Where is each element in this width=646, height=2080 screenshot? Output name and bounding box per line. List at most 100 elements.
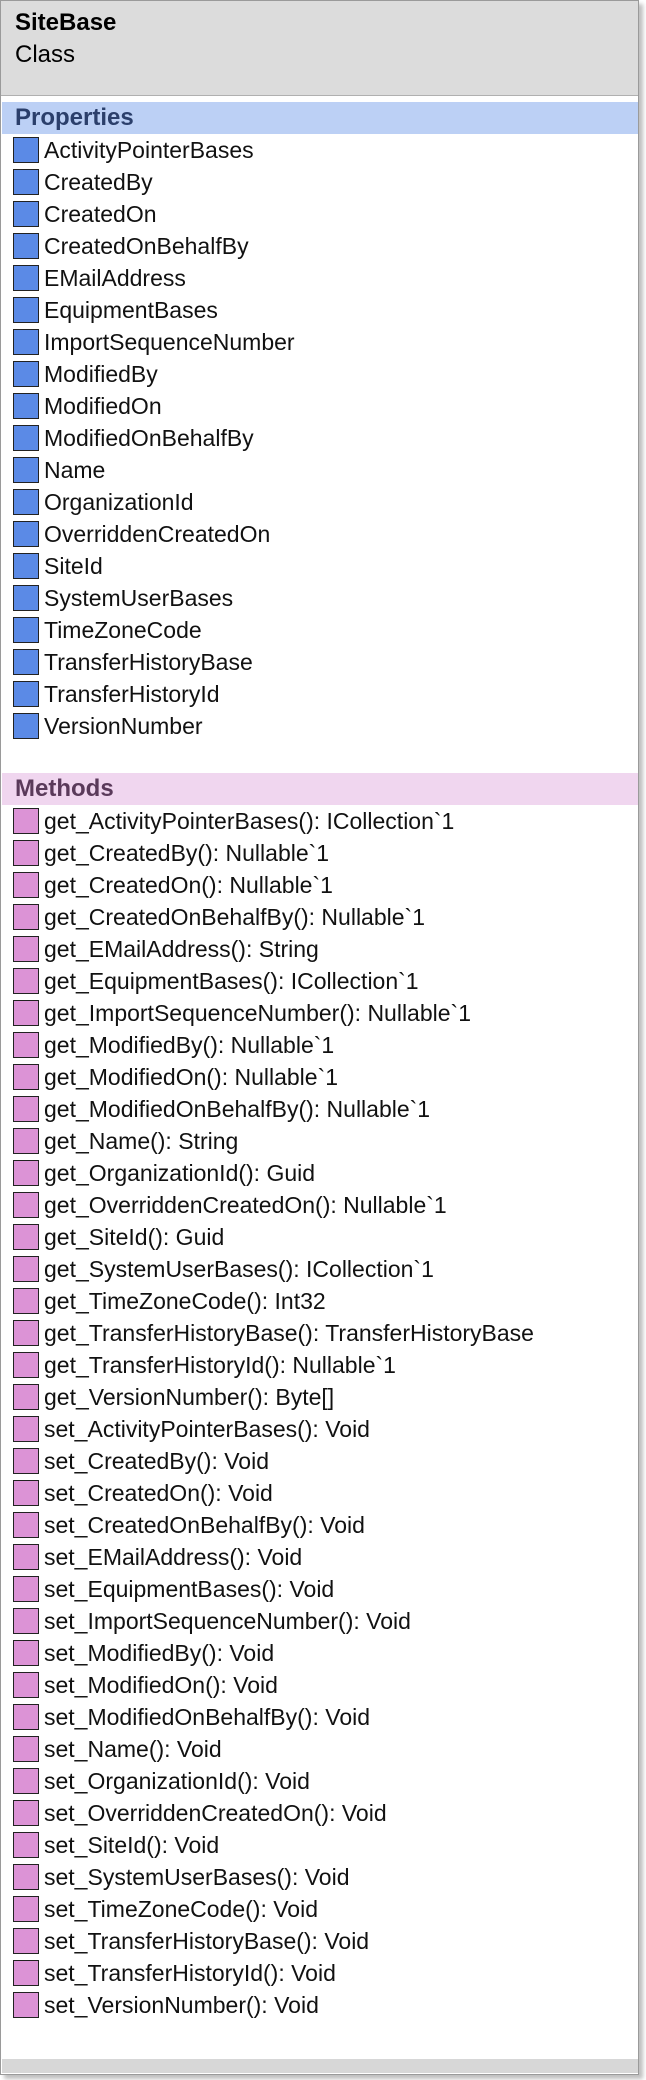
method-label: get_EMailAddress(): String bbox=[44, 935, 319, 962]
method-item: get_CreatedOn(): Nullable`1 bbox=[13, 869, 534, 901]
method-icon bbox=[13, 1352, 39, 1378]
method-item: set_EMailAddress(): Void bbox=[13, 1541, 534, 1573]
method-item: get_TransferHistoryBase(): TransferHisto… bbox=[13, 1317, 534, 1349]
method-item: set_ModifiedOn(): Void bbox=[13, 1669, 534, 1701]
method-icon bbox=[13, 1128, 39, 1154]
property-item: EMailAddress bbox=[13, 262, 295, 294]
property-item: TransferHistoryBase bbox=[13, 646, 295, 678]
method-item: get_ModifiedOn(): Nullable`1 bbox=[13, 1061, 534, 1093]
method-icon bbox=[13, 1512, 39, 1538]
method-label: set_EMailAddress(): Void bbox=[44, 1543, 303, 1570]
method-icon bbox=[13, 1608, 39, 1634]
method-item: set_TransferHistoryBase(): Void bbox=[13, 1925, 534, 1957]
method-item: set_ModifiedOnBehalfBy(): Void bbox=[13, 1701, 534, 1733]
method-label: set_SystemUserBases(): Void bbox=[44, 1863, 350, 1890]
property-icon bbox=[13, 585, 39, 611]
method-label: get_TimeZoneCode(): Int32 bbox=[44, 1287, 326, 1314]
property-icon bbox=[13, 681, 39, 707]
method-label: set_ModifiedOnBehalfBy(): Void bbox=[44, 1703, 371, 1730]
method-icon bbox=[13, 1416, 39, 1442]
property-item: SystemUserBases bbox=[13, 582, 295, 614]
property-label: VersionNumber bbox=[44, 712, 203, 739]
method-icon bbox=[13, 1064, 39, 1090]
method-icon bbox=[13, 1672, 39, 1698]
property-label: ImportSequenceNumber bbox=[44, 328, 295, 355]
method-icon bbox=[13, 1640, 39, 1666]
method-icon bbox=[13, 1224, 39, 1250]
method-icon bbox=[13, 1320, 39, 1346]
method-label: get_CreatedOn(): Nullable`1 bbox=[44, 871, 333, 898]
class-footer-bar bbox=[2, 2059, 638, 2073]
method-icon bbox=[13, 1096, 39, 1122]
property-label: TransferHistoryId bbox=[44, 680, 220, 707]
property-item: ModifiedOn bbox=[13, 390, 295, 422]
method-icon bbox=[13, 1864, 39, 1890]
method-item: get_EMailAddress(): String bbox=[13, 933, 534, 965]
property-item: VersionNumber bbox=[13, 710, 295, 742]
method-icon bbox=[13, 1160, 39, 1186]
method-item: get_CreatedOnBehalfBy(): Nullable`1 bbox=[13, 901, 534, 933]
method-icon bbox=[13, 1768, 39, 1794]
method-item: get_SystemUserBases(): ICollection`1 bbox=[13, 1253, 534, 1285]
method-icon bbox=[13, 1192, 39, 1218]
method-label: get_OverriddenCreatedOn(): Nullable`1 bbox=[44, 1191, 447, 1218]
method-icon bbox=[13, 1256, 39, 1282]
method-item: set_Name(): Void bbox=[13, 1733, 534, 1765]
method-label: get_ModifiedBy(): Nullable`1 bbox=[44, 1031, 335, 1058]
property-label: OverriddenCreatedOn bbox=[44, 520, 271, 547]
property-label: OrganizationId bbox=[44, 488, 194, 515]
property-icon bbox=[13, 425, 39, 451]
method-label: set_VersionNumber(): Void bbox=[44, 1991, 319, 2018]
method-item: get_TransferHistoryId(): Nullable`1 bbox=[13, 1349, 534, 1381]
method-item: set_ActivityPointerBases(): Void bbox=[13, 1413, 534, 1445]
property-item: EquipmentBases bbox=[13, 294, 295, 326]
property-icon bbox=[13, 265, 39, 291]
method-icon bbox=[13, 1960, 39, 1986]
property-icon bbox=[13, 393, 39, 419]
property-icon bbox=[13, 457, 39, 483]
property-label: ModifiedBy bbox=[44, 360, 158, 387]
method-label: get_EquipmentBases(): ICollection`1 bbox=[44, 967, 419, 994]
property-item: Name bbox=[13, 454, 295, 486]
method-icon bbox=[13, 1288, 39, 1314]
method-icon bbox=[13, 1896, 39, 1922]
property-label: SystemUserBases bbox=[44, 584, 234, 611]
method-icon bbox=[13, 968, 39, 994]
method-item: set_SystemUserBases(): Void bbox=[13, 1861, 534, 1893]
method-item: get_OverriddenCreatedOn(): Nullable`1 bbox=[13, 1189, 534, 1221]
property-item: CreatedOnBehalfBy bbox=[13, 230, 295, 262]
property-item: ActivityPointerBases bbox=[13, 134, 295, 166]
class-name: SiteBase bbox=[15, 9, 117, 36]
property-icon bbox=[13, 617, 39, 643]
methods-section-header: Methods bbox=[2, 773, 638, 805]
property-item: ImportSequenceNumber bbox=[13, 326, 295, 358]
method-label: get_ImportSequenceNumber(): Nullable`1 bbox=[44, 999, 471, 1026]
property-icon bbox=[13, 329, 39, 355]
method-label: get_SiteId(): Guid bbox=[44, 1223, 225, 1250]
property-item: CreatedBy bbox=[13, 166, 295, 198]
method-label: set_ModifiedOn(): Void bbox=[44, 1671, 278, 1698]
property-label: TransferHistoryBase bbox=[44, 648, 253, 675]
method-label: get_VersionNumber(): Byte[] bbox=[44, 1383, 335, 1410]
method-item: get_ImportSequenceNumber(): Nullable`1 bbox=[13, 997, 534, 1029]
property-item: OrganizationId bbox=[13, 486, 295, 518]
method-item: get_ModifiedBy(): Nullable`1 bbox=[13, 1029, 534, 1061]
method-item: get_SiteId(): Guid bbox=[13, 1221, 534, 1253]
method-label: get_ActivityPointerBases(): ICollection`… bbox=[44, 807, 455, 834]
property-icon bbox=[13, 713, 39, 739]
property-item: TimeZoneCode bbox=[13, 614, 295, 646]
method-item: set_SiteId(): Void bbox=[13, 1829, 534, 1861]
method-label: set_EquipmentBases(): Void bbox=[44, 1575, 335, 1602]
method-label: get_CreatedBy(): Nullable`1 bbox=[44, 839, 330, 866]
method-label: set_TransferHistoryId(): Void bbox=[44, 1959, 336, 1986]
property-label: ActivityPointerBases bbox=[44, 136, 254, 163]
method-item: get_TimeZoneCode(): Int32 bbox=[13, 1285, 534, 1317]
method-icon bbox=[13, 936, 39, 962]
method-icon bbox=[13, 1736, 39, 1762]
method-icon bbox=[13, 1384, 39, 1410]
method-icon bbox=[13, 904, 39, 930]
method-label: set_CreatedOn(): Void bbox=[44, 1479, 273, 1506]
method-icon bbox=[13, 1000, 39, 1026]
method-label: get_TransferHistoryId(): Nullable`1 bbox=[44, 1351, 396, 1378]
property-item: ModifiedBy bbox=[13, 358, 295, 390]
